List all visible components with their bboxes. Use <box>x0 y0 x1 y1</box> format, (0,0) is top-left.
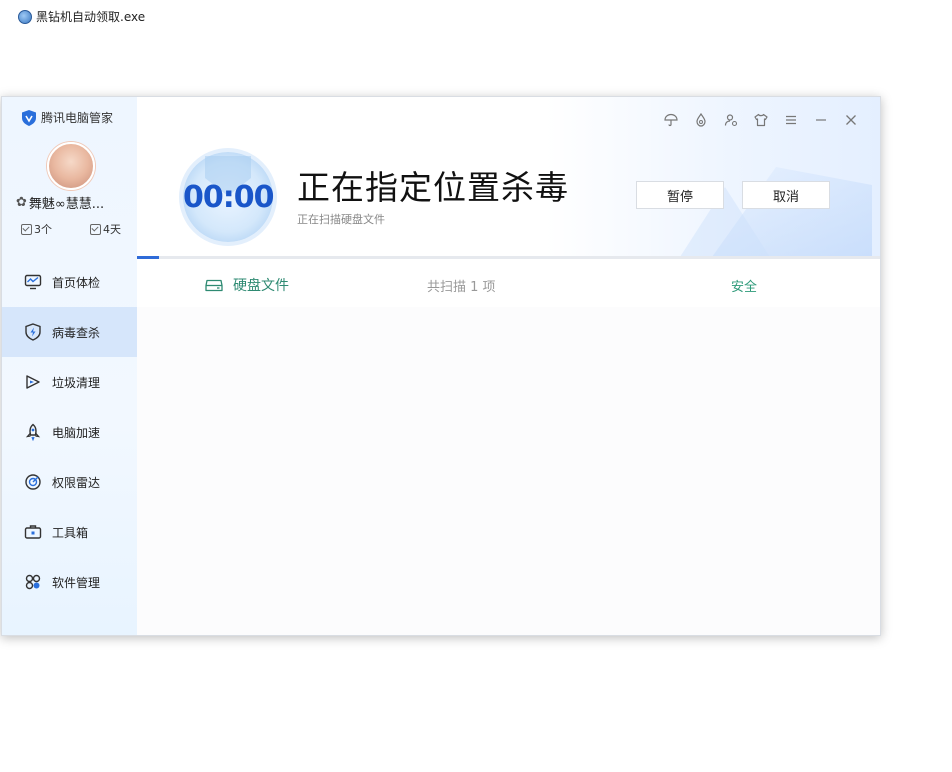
scan-timer: 00:00 <box>183 180 275 215</box>
result-count: 共扫描 1 项 <box>427 279 496 295</box>
check-shield-icon <box>21 223 32 235</box>
stat-a-text: 3个 <box>34 223 52 236</box>
monitor-icon <box>24 274 42 290</box>
nav-item-virus-scan[interactable]: 病毒查杀 <box>2 307 137 357</box>
skin-shirt-icon[interactable] <box>752 111 770 129</box>
radar-icon <box>25 474 41 490</box>
nav-item-junk-clean[interactable]: 垃圾清理 <box>2 357 137 407</box>
stat-b-text: 4天 <box>103 223 121 236</box>
nav-label: 电脑加速 <box>52 425 101 440</box>
scan-header: 00:00 正在指定位置杀毒 正在扫描硬盘文件 暂停 取消 <box>137 97 880 257</box>
nav-item-permission-radar[interactable]: 权限雷达 <box>2 457 137 507</box>
shield-logo-icon <box>22 109 36 126</box>
sidebar: 腾讯电脑管家 ✿ 舞魅∞慧慧... 3个 4天 首页体检 病毒查杀 垃圾清理 电… <box>2 97 137 635</box>
user-settings-icon[interactable] <box>722 111 740 129</box>
scan-progress-bar <box>137 256 880 259</box>
nav-item-software-manager[interactable]: 软件管理 <box>2 557 137 607</box>
nav-item-home-checkup[interactable]: 首页体检 <box>2 257 137 307</box>
desktop-shortcut[interactable]: 黑钻机自动领取.exe <box>18 8 145 25</box>
umbrella-icon[interactable] <box>662 111 680 129</box>
nav-label: 首页体检 <box>52 275 101 290</box>
check-box-icon <box>90 223 101 235</box>
drop-icon[interactable] <box>692 111 710 129</box>
nav-label: 病毒查杀 <box>52 325 101 340</box>
pc-manager-window: 腾讯电脑管家 ✿ 舞魅∞慧慧... 3个 4天 首页体检 病毒查杀 垃圾清理 电… <box>1 96 881 636</box>
result-status: 安全 <box>731 279 758 295</box>
shield-lightning-icon <box>25 323 41 341</box>
stat-shield-count[interactable]: 3个 <box>21 221 52 237</box>
nav-label: 权限雷达 <box>52 475 101 490</box>
brand-name: 腾讯电脑管家 <box>41 111 114 125</box>
close-icon[interactable] <box>842 111 860 129</box>
scan-timer-badge: 00:00 <box>183 152 275 242</box>
main-pane: 00:00 正在指定位置杀毒 正在扫描硬盘文件 暂停 取消 硬盘文件 共扫描 1… <box>137 97 880 635</box>
hard-disk-icon <box>205 279 223 292</box>
result-name-text: 硬盘文件 <box>233 278 289 294</box>
username-text: 舞魅∞慧慧... <box>28 197 105 212</box>
scan-title: 正在指定位置杀毒 <box>297 168 569 207</box>
minimize-icon[interactable] <box>812 111 830 129</box>
scan-progress-fill <box>137 256 160 259</box>
scan-subtitle: 正在扫描硬盘文件 <box>297 213 385 226</box>
window-controls <box>662 111 860 129</box>
pause-button[interactable]: 暂停 <box>636 181 724 209</box>
nav-label: 垃圾清理 <box>52 375 101 390</box>
avatar[interactable] <box>47 142 95 190</box>
flower-icon: ✿ <box>16 195 27 210</box>
apps-icon <box>25 574 41 590</box>
cancel-button[interactable]: 取消 <box>742 181 830 209</box>
broom-icon <box>26 375 40 389</box>
rocket-icon <box>25 423 41 441</box>
exe-icon <box>18 9 32 24</box>
stat-days[interactable]: 4天 <box>90 221 121 237</box>
user-stats: 3个 4天 <box>21 221 121 237</box>
nav-item-speedup[interactable]: 电脑加速 <box>2 407 137 457</box>
result-name: 硬盘文件 <box>205 275 289 295</box>
username[interactable]: ✿ 舞魅∞慧慧... <box>16 193 104 212</box>
nav-item-toolbox[interactable]: 工具箱 <box>2 507 137 557</box>
menu-icon[interactable] <box>782 111 800 129</box>
result-row[interactable]: 硬盘文件 共扫描 1 项 安全 <box>137 267 880 303</box>
toolbox-icon <box>24 525 42 539</box>
brand: 腾讯电脑管家 <box>22 109 113 126</box>
nav-list: 首页体检 病毒查杀 垃圾清理 电脑加速 权限雷达 工具箱 软件管理 <box>2 257 137 607</box>
nav-label: 软件管理 <box>52 575 101 590</box>
desktop-shortcut-label: 黑钻机自动领取.exe <box>36 10 146 24</box>
scan-results-area <box>137 307 880 635</box>
nav-label: 工具箱 <box>52 525 89 540</box>
